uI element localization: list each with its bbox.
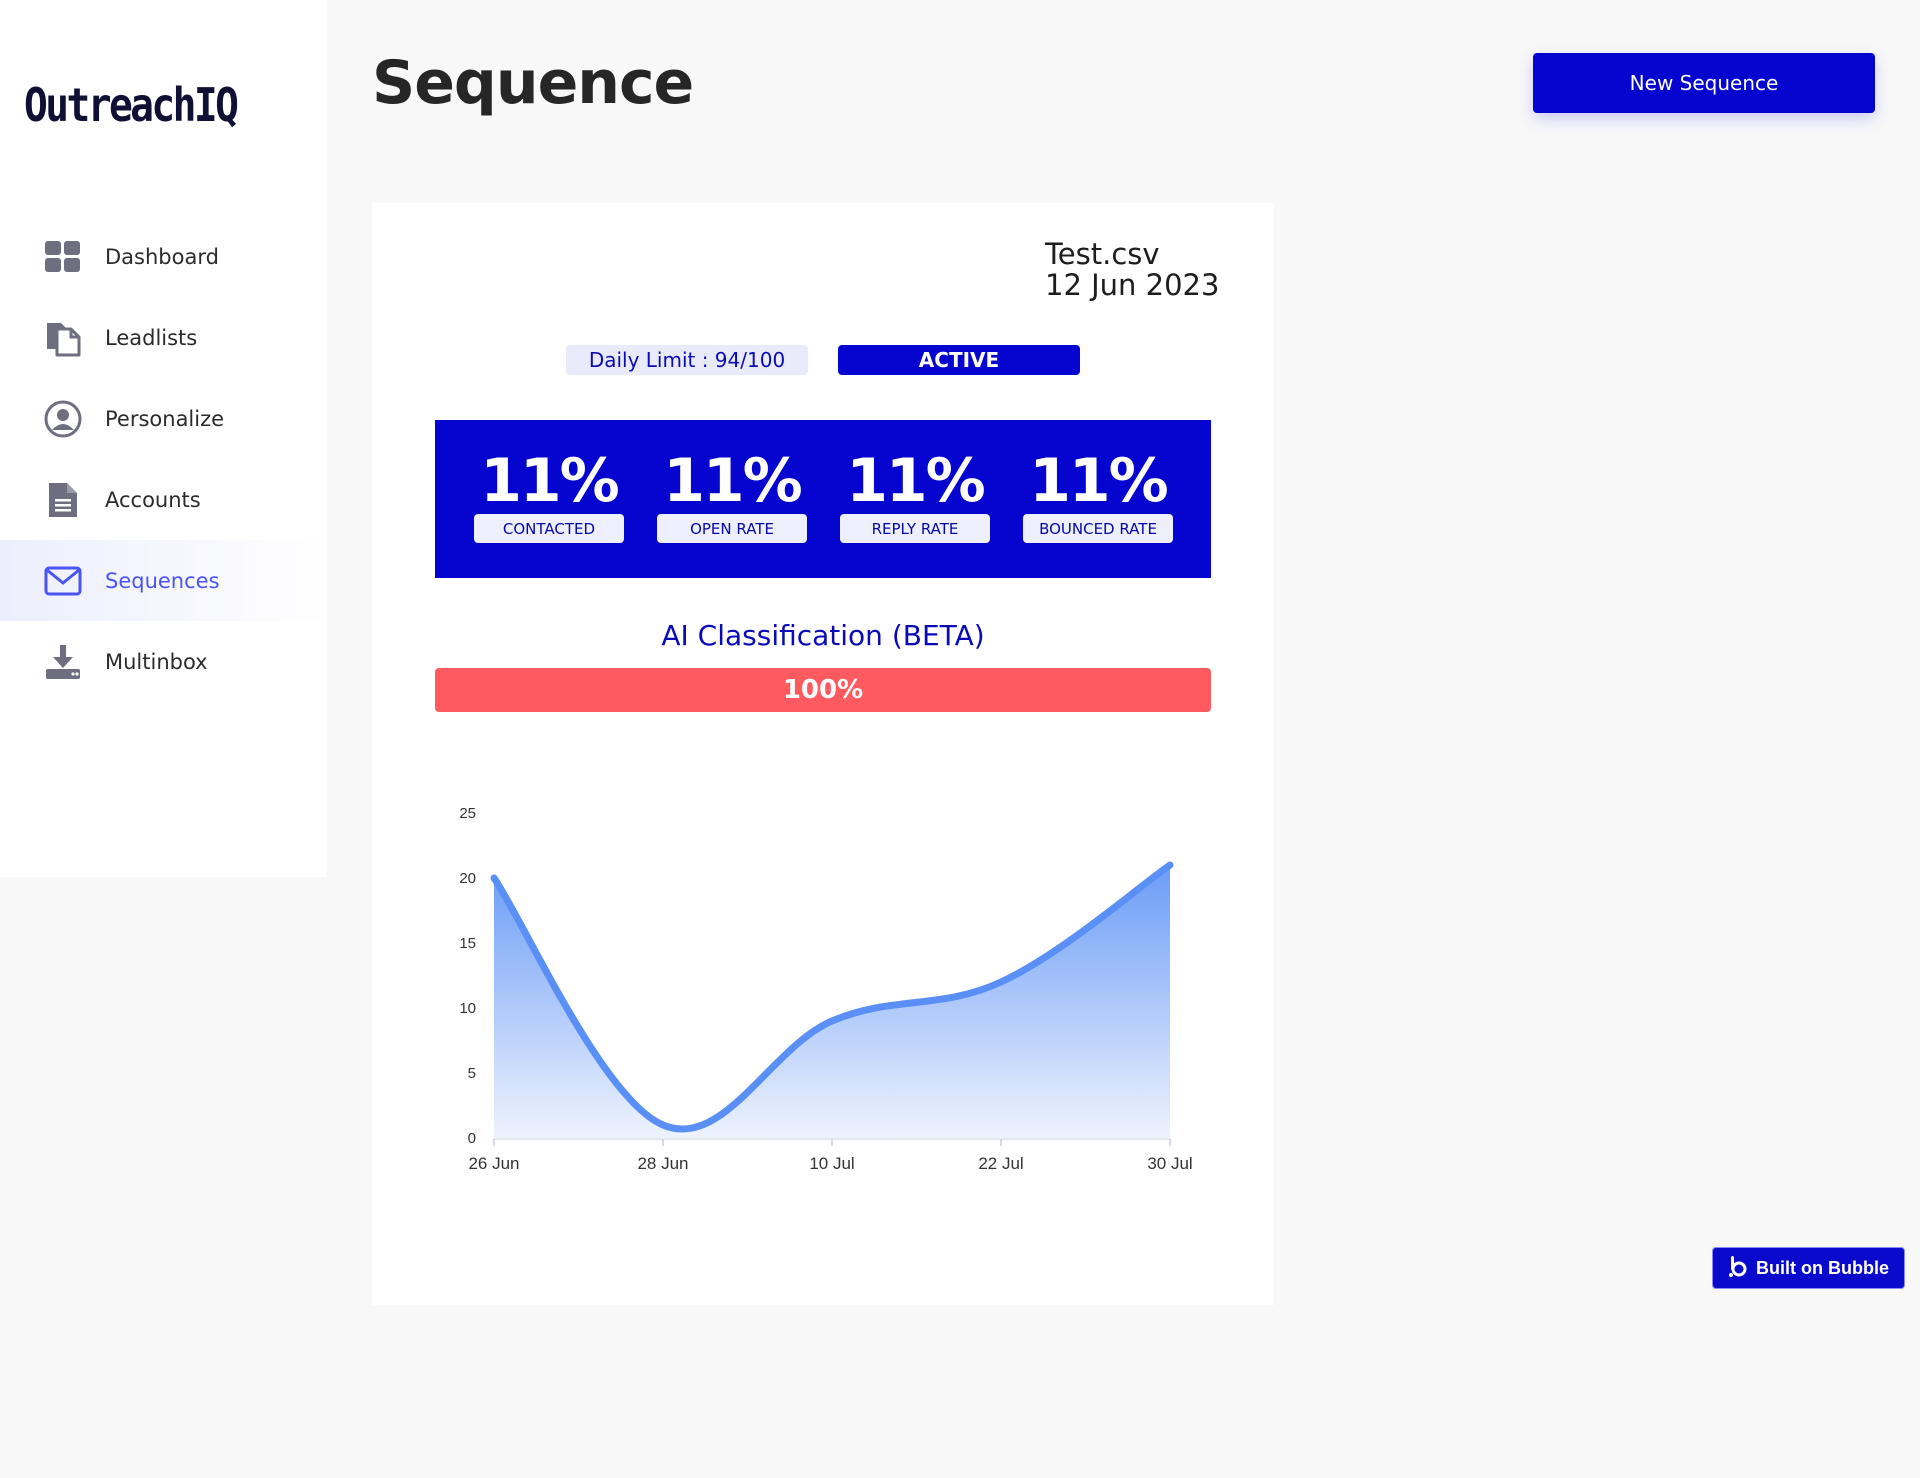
sidebar-item-accounts[interactable]: Accounts: [0, 459, 327, 540]
chart-x-tick-label: 30 Jul: [1147, 1154, 1192, 1173]
chart-x-tick-label: 10 Jul: [809, 1154, 854, 1173]
ai-classification-title: AI Classification (BETA): [661, 619, 985, 652]
sidebar-item-sequences[interactable]: Sequences: [0, 540, 327, 621]
sidebar-nav: Dashboard Leadlists Personalize Accounts…: [0, 216, 327, 702]
file-date: 12 Jun 2023: [1045, 268, 1220, 302]
stats-panel: 11% CONTACTED 11% OPEN RATE 11% REPLY RA…: [435, 420, 1211, 578]
stat-label: BOUNCED RATE: [1023, 514, 1173, 543]
bubble-badge-label: Built on Bubble: [1756, 1257, 1889, 1278]
sidebar: OutreachIQ Dashboard Leadlists Personali…: [0, 0, 327, 877]
status-badge[interactable]: ACTIVE: [838, 345, 1080, 375]
stat-label: OPEN RATE: [657, 514, 807, 543]
sequence-card: Test.csv 12 Jun 2023 Daily Limit : 94/10…: [372, 203, 1274, 1305]
dashboard-grid-icon: [44, 238, 82, 276]
stat-label: CONTACTED: [474, 514, 624, 543]
envelope-icon: [44, 562, 82, 600]
daily-limit-badge: Daily Limit : 94/100: [566, 345, 808, 375]
sidebar-item-label: Personalize: [105, 406, 225, 431]
chart-y-tick-label: 10: [459, 1000, 476, 1017]
stat-contacted: 11% CONTACTED: [474, 448, 624, 543]
stat-value: 11%: [480, 446, 620, 516]
stat-value: 11%: [1029, 446, 1169, 516]
sidebar-item-multinbox[interactable]: Multinbox: [0, 621, 327, 702]
user-circle-icon: [44, 400, 82, 438]
sidebar-item-label: Multinbox: [105, 649, 208, 674]
sidebar-item-label: Dashboard: [105, 244, 219, 269]
new-sequence-button[interactable]: New Sequence: [1533, 53, 1875, 113]
chart-x-tick-label: 28 Jun: [637, 1154, 688, 1173]
stat-bounced-rate: 11% BOUNCED RATE: [1023, 448, 1173, 543]
file-info: Test.csv 12 Jun 2023: [1045, 239, 1219, 301]
sidebar-item-leadlists[interactable]: Leadlists: [0, 297, 327, 378]
chart-y-tick-label: 25: [459, 805, 476, 822]
stat-value: 11%: [663, 446, 803, 516]
sidebar-item-dashboard[interactable]: Dashboard: [0, 216, 327, 297]
chart-y-tick-label: 15: [459, 935, 476, 952]
stat-open-rate: 11% OPEN RATE: [657, 448, 807, 543]
chart-y-tick-label: 20: [459, 870, 476, 887]
sidebar-item-label: Sequences: [105, 568, 220, 593]
sidebar-item-label: Accounts: [105, 487, 201, 512]
activity-area-chart: 0 5 10 15 20 25 26 Jun 28 Jun 10 Jul 22 Jul 30 Jul: [459, 805, 1192, 1173]
sidebar-item-personalize[interactable]: Personalize: [0, 378, 327, 459]
chart-x-tick-label: 22 Jul: [978, 1154, 1023, 1173]
app-logo[interactable]: OutreachIQ: [24, 78, 239, 132]
sidebar-item-label: Leadlists: [105, 325, 198, 350]
file-text-icon: [44, 481, 82, 519]
page-title: Sequence: [372, 48, 694, 118]
chart-x-tick-label: 26 Jun: [468, 1154, 519, 1173]
stat-value: 11%: [846, 446, 986, 516]
chart-y-tick-label: 5: [468, 1065, 476, 1082]
chart-y-tick-label: 0: [468, 1130, 476, 1147]
file-name: Test.csv: [1045, 237, 1160, 271]
bubble-logo-icon: [1728, 1255, 1748, 1282]
copy-document-icon: [44, 319, 82, 357]
download-tray-icon: [44, 643, 82, 681]
stat-label: REPLY RATE: [840, 514, 990, 543]
built-on-bubble-badge[interactable]: Built on Bubble: [1712, 1247, 1905, 1289]
stat-reply-rate: 11% REPLY RATE: [840, 448, 990, 543]
ai-classification-bar: 100%: [435, 668, 1211, 712]
chart-area-fill: [494, 865, 1170, 1138]
